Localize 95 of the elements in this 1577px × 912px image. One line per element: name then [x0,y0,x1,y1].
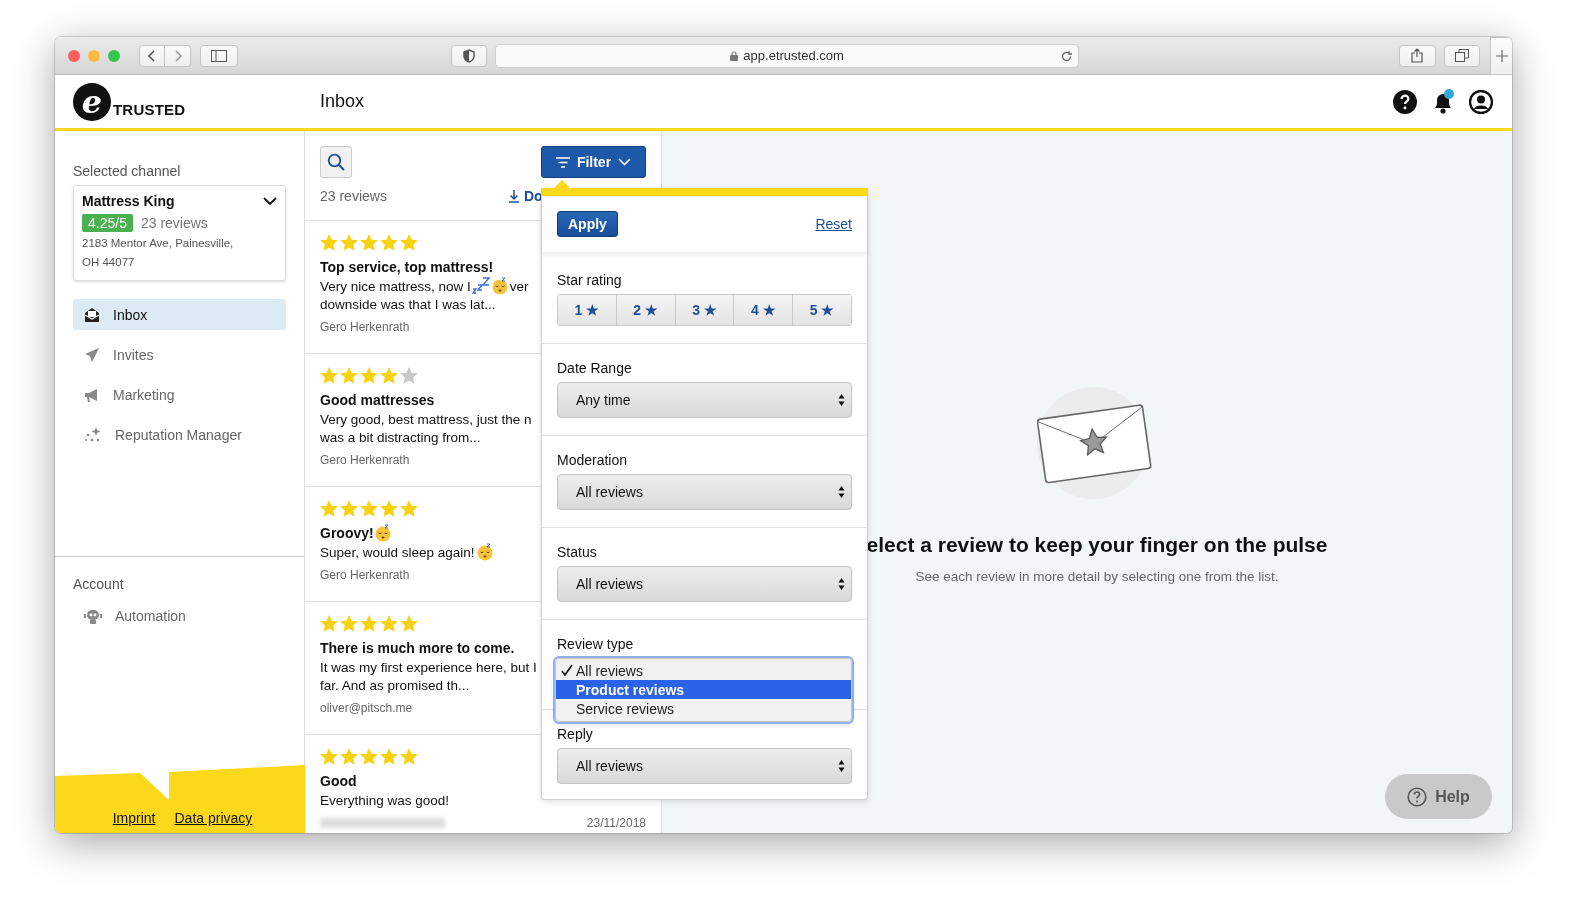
search-button[interactable] [320,146,352,178]
nav-item[interactable]: Reputation Manager [73,419,286,450]
shield-icon [463,48,475,63]
review-author: Gero Herkenrath [320,453,410,467]
filter-button[interactable]: Filter [541,146,646,178]
sleepy-face-icon [475,543,494,561]
download-link[interactable]: Do [508,188,646,204]
filter-lines-icon [555,156,570,168]
tabs-icon [1454,49,1469,62]
sidebar-icon [210,49,227,62]
review-text: ver [509,278,529,294]
select-dropdown[interactable]: All reviews [557,566,852,602]
new-tab-button[interactable] [1490,37,1512,75]
plus-icon [1495,49,1508,62]
section-label: Account [73,576,125,592]
filter-label: Star rating [557,272,623,288]
paper-plane-icon [84,346,100,363]
channel-address: 2183 Mentor Ave, Painesville, OH 44077 [82,236,235,270]
share-button[interactable] [1398,44,1436,67]
filter-label: Date Range [557,360,633,376]
zzz-icon [471,277,490,295]
review-count: 23 reviews [140,215,208,231]
back-button[interactable] [139,44,165,67]
privacy-button[interactable] [450,44,488,67]
share-icon [1411,48,1424,63]
review-author: Gero Herkenrath [320,320,410,334]
review-text: It was my first experience here, but I [320,659,537,675]
empty-state-title: elect a review to keep your finger on the pulse [866,533,1328,557]
up-down-arrows-icon [838,577,845,591]
chevron-down-icon [618,158,632,166]
filter-label: Status [557,544,598,560]
filter-label: Moderation [557,452,629,468]
review-title: Good mattresses [320,391,435,408]
logo-text: TRUSTED [113,100,186,118]
section-label: Selected channel [73,163,182,179]
review-text: downside was that I was lat... [320,296,496,312]
download-icon [508,189,520,203]
nav-item[interactable]: Invites [73,339,286,370]
page-title: Inbox [319,91,366,112]
inbox-icon [84,306,100,323]
select-dropdown[interactable]: All reviews [557,748,852,784]
review-count: 23 reviews [320,188,388,204]
help-button[interactable]: Help [1385,774,1492,819]
review-title: There is much more to come. [320,639,515,656]
chevron-down-icon [263,196,277,206]
up-down-arrows-icon [838,759,845,773]
up-down-arrows-icon [838,393,845,407]
review-text: far. And as promised th... [320,677,470,693]
help-icon[interactable] [1393,89,1417,114]
help-icon [1407,786,1428,807]
dropdown-option[interactable]: Product reviews [556,680,851,699]
reload-icon[interactable] [1059,49,1073,63]
select-dropdown[interactable]: All reviews [557,474,852,510]
sparkle-icon [84,426,102,443]
up-down-arrows-icon [838,485,845,499]
review-text: was a bit distracting from... [320,429,481,445]
reset-link[interactable]: Reset [815,216,852,232]
review-text: Very nice mattress, now I [320,278,471,294]
star-filter-button[interactable]: 5 ★ [793,295,851,325]
rating-badge: 4.25/5 [82,214,133,232]
star-filter-button[interactable]: 3 ★ [675,295,735,325]
review-title: Groovy! [320,524,374,541]
user-avatar-icon[interactable] [1469,89,1493,114]
search-icon [327,153,345,171]
review-text: Very good, best mattress, just the n [320,411,532,427]
nav-item[interactable]: Automation [73,600,286,631]
review-author: Gero Herkenrath [320,568,410,582]
empty-state-text: See each review in more detail by selecting one from the list. [915,569,1279,584]
address-bar[interactable]: app.etrusted.com [495,43,1079,68]
review-author: oliver@pitsch.me [320,701,413,715]
lock-icon [730,50,739,61]
star-filter-button[interactable]: 4 ★ [734,295,794,325]
review-title: Good [320,772,357,789]
apply-button[interactable]: Apply [557,211,618,237]
review-title: Top service, top mattress! [320,258,494,275]
sleepy-face-icon [373,523,392,542]
channel-selector[interactable]: Mattress King 4.25/5 23 reviews 2183 Mentor Ave, Painesville, OH 44077 [73,185,286,281]
check-icon [561,664,573,676]
tabs-button[interactable] [1443,44,1481,67]
select-dropdown[interactable]: Any time [557,382,852,418]
review-text: Everything was good! [320,792,450,808]
channel-name: Mattress King [82,193,175,209]
logo-mark: e [73,82,111,121]
nav-item[interactable]: Marketing [73,379,286,410]
star-filter-button[interactable]: 1 ★ [558,295,617,325]
megaphone-icon [84,386,100,403]
sidebar-toggle-button[interactable] [200,44,238,67]
sleepy-face-icon [490,277,509,295]
footer-link[interactable]: Imprint [112,810,156,826]
filter-label: Review type [557,636,635,652]
star-filter-button[interactable]: 2 ★ [616,295,676,325]
review-date: 23/11/2018 [586,816,646,830]
nav-item[interactable]: Inbox [73,299,286,330]
review-text: Super, would sleep again! [320,544,475,560]
footer-link[interactable]: Data privacy [174,810,253,826]
